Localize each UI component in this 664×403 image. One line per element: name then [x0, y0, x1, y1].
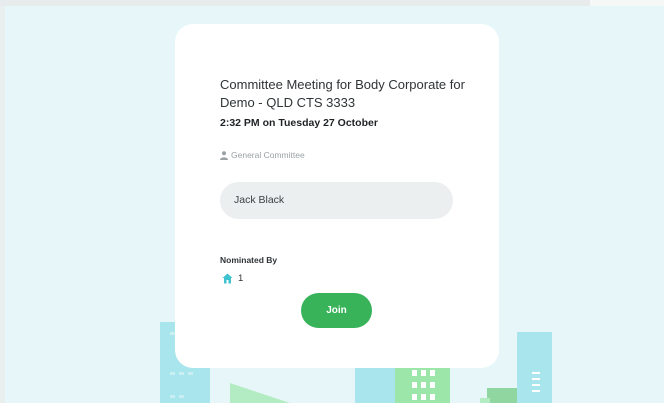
join-button[interactable]: Join	[301, 293, 372, 328]
committee-label: General Committee	[231, 150, 305, 160]
home-icon	[222, 273, 233, 284]
committee-tag: General Committee	[220, 150, 305, 160]
meeting-datetime: 2:32 PM on Tuesday 27 October	[220, 117, 378, 129]
nominated-by-label: Nominated By	[220, 255, 278, 265]
nomination-card: Committee Meeting for Body Corporate for…	[175, 24, 499, 368]
nominated-by-entry: 1	[222, 273, 243, 284]
meeting-title: Committee Meeting for Body Corporate for…	[220, 77, 465, 110]
user-icon	[220, 150, 228, 160]
nominator-count: 1	[238, 273, 244, 284]
candidate-name-field: Jack Black	[220, 182, 453, 219]
